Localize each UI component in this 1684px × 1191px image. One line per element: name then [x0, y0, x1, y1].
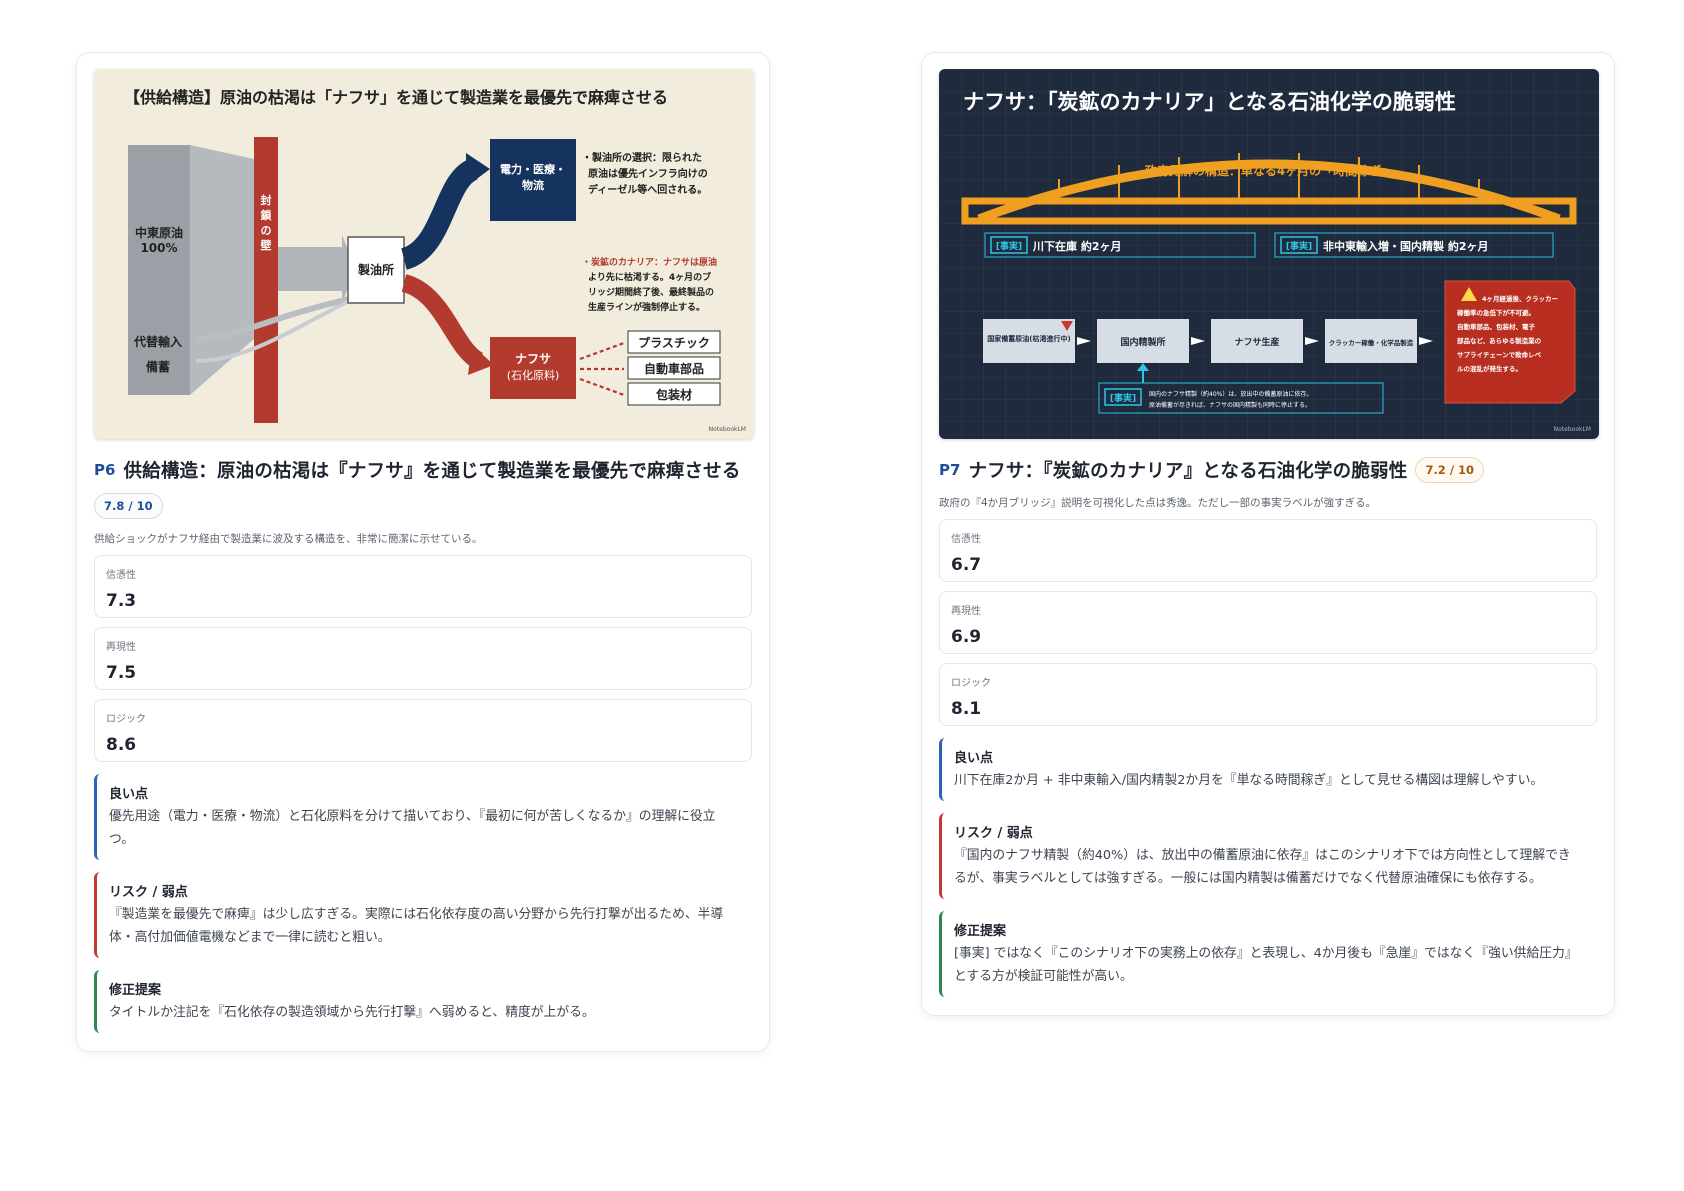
- slide-thumbnail-p6[interactable]: 【供給構造】原油の枯渇は「ナフサ」を通じて製造業を最優先で麻痺させる 中東原油 …: [94, 69, 754, 439]
- flow-box-4: クラッカー稼働・化学品製造: [1329, 338, 1414, 347]
- warning-line2: 稼働率の急低下が不可避。: [1457, 308, 1535, 317]
- metric-value: 7.3: [106, 591, 137, 611]
- priority-label-1: 電力・医療・: [500, 162, 566, 176]
- fact-tag: [事実]: [1286, 240, 1312, 252]
- warning-line4: 部品など、あらゆる製造業の: [1457, 336, 1542, 345]
- summary-text: 供給ショックがナフサ経由で製造業に波及する構造を、非常に簡潔に示せている。: [94, 533, 483, 545]
- slide-note2-line2: より先に枯渇する。4ヶ月のブ: [588, 271, 711, 283]
- metric-label: 信憑性: [951, 534, 981, 545]
- note-title: 良い点: [109, 787, 149, 802]
- slide-note1-line3: ディーゼル等へ回される。: [588, 183, 707, 196]
- slide-image-p6: 【供給構造】原油の枯渇は「ナフサ」を通じて製造業を最優先で麻痺させる 中東原油 …: [94, 69, 754, 439]
- warning-line6: ルの混乱が発生する。: [1457, 364, 1522, 373]
- metric-label: ロジック: [106, 714, 146, 725]
- metric-value: 8.1: [951, 699, 982, 719]
- note-title: リスク / 弱点: [954, 826, 1033, 841]
- naphtha-label-2: (石化原料): [507, 368, 560, 382]
- slide-note2-line3: リッジ期間終了後、最終製品の: [588, 286, 714, 298]
- note-title: 修正提案: [954, 924, 1007, 939]
- page-tag: P7: [939, 461, 961, 479]
- fact-label-2: 非中東輸入増・国内精製 約2ヶ月: [1323, 239, 1488, 253]
- slide-heading: 【供給構造】原油の枯渇は「ナフサ」を通じて製造業を最優先で麻痺させる: [124, 88, 668, 107]
- product-label-2: 自動車部品: [644, 361, 704, 376]
- alt-import-label: 代替輸入: [133, 334, 182, 349]
- metric-value: 8.6: [106, 735, 137, 755]
- naphtha-label-1: ナフサ: [515, 352, 551, 366]
- slide-note1-line1: ・製油所の選択：限られた: [582, 151, 702, 164]
- slide-note2-line4: 生産ラインが強制停止する。: [588, 301, 705, 313]
- page-tag: P6: [94, 461, 116, 479]
- flow-box-3: ナフサ生産: [1234, 336, 1279, 348]
- slide-title-row: P6 供給構造：原油の枯渇は『ナフサ』を通じて製造業を最優先で麻痺させる: [94, 457, 752, 483]
- fact-tag: [事実]: [1110, 392, 1136, 404]
- note-body: 川下在庫2か月 + 非中東輸入/国内精製2か月を『単なる時間稼ぎ』として見せる構…: [954, 773, 1544, 788]
- metric-value: 7.5: [106, 663, 137, 683]
- fact-label-1: 川下在庫 約2ヶ月: [1032, 239, 1121, 253]
- metric-credibility: 信憑性 7.3: [94, 555, 752, 618]
- slide-heading: ナフサ：「炭鉱のカナリア」となる石油化学の脆弱性: [963, 90, 1456, 114]
- product-label-3: 包装材: [655, 387, 692, 402]
- slide-title-row: P7 ナフサ：『炭鉱のカナリア』となる石油化学の脆弱性 7.2 / 10: [939, 457, 1597, 483]
- priority-label-2: 物流: [522, 178, 544, 192]
- fact-tag: [事実]: [996, 240, 1022, 252]
- warning-line5: サプライチェーンで致命レベ: [1457, 350, 1542, 359]
- metric-label: 再現性: [106, 642, 136, 653]
- metric-reproducibility: 再現性 7.5: [94, 627, 752, 690]
- risk-note: リスク / 弱点 『国内のナフサ精製（約40%）は、放出中の備蓄原油に依存』はこ…: [939, 813, 1597, 899]
- note-body: [事実] ではなく『このシナリオ下の実務上の依存』と表現し、4か月後も『急崖』で…: [954, 946, 1578, 984]
- note-body: 『製造業を最優先で麻痺』は少し広すぎる。実際には石化依存度の高い分野から先行打撃…: [109, 907, 724, 945]
- fact3-line2: 原油備蓄が尽きれば、ナフサの国内精製も同時に停止する。: [1149, 401, 1311, 409]
- risk-note: リスク / 弱点 『製造業を最優先で麻痺』は少し広すぎる。実際には石化依存度の高…: [94, 872, 752, 958]
- note-body: タイトルか注記を『石化依存の製造領域から先行打撃』へ弱めると、精度が上がる。: [109, 1005, 595, 1020]
- slide-review-card-p6: 【供給構造】原油の枯渇は「ナフサ」を通じて製造業を最優先で麻痺させる 中東原油 …: [76, 52, 770, 1052]
- slide-note2-line1: ・炭鉱のカナリア：ナフサは原油: [582, 256, 717, 268]
- metric-label: 信憑性: [106, 570, 136, 581]
- flow-box-1: 国家備蓄原油(枯渇進行中): [987, 334, 1070, 343]
- source-label-2: 100%: [140, 241, 177, 255]
- note-title: 良い点: [954, 751, 994, 766]
- metric-reproducibility: 再現性 6.9: [939, 591, 1597, 654]
- metric-value: 6.7: [951, 555, 982, 575]
- overall-score-badge: 7.2 / 10: [1415, 457, 1485, 483]
- wall-char-2: 鎖: [261, 208, 273, 222]
- product-label-1: プラスチック: [638, 335, 710, 350]
- slide-review-card-p7: ナフサ：「炭鉱のカナリア」となる石油化学の脆弱性 政府見解の構造：単なる4ヶ月の…: [921, 52, 1615, 1016]
- bridge-label: 政府見解の構造：単なる4ヶ月の「時間稼ぎ」: [1145, 163, 1393, 178]
- metric-logic: ロジック 8.6: [94, 699, 752, 762]
- wall-char-3: の: [261, 224, 272, 237]
- note-body: 『国内のナフサ精製（約40%）は、放出中の備蓄原油に依存』はこのシナリオ下では方…: [954, 848, 1571, 886]
- metric-label: 再現性: [951, 606, 981, 617]
- fix-proposal-note: 修正提案 タイトルか注記を『石化依存の製造領域から先行打撃』へ弱めると、精度が上…: [94, 970, 752, 1033]
- flow-box-2: 国内精製所: [1120, 336, 1165, 348]
- note-title: リスク / 弱点: [109, 885, 188, 900]
- summary-text: 政府の『4か月ブリッジ』説明を可視化した点は秀逸。ただし一部の事実ラベルが強すぎ…: [939, 497, 1377, 509]
- source-label-1: 中東原油: [135, 225, 183, 240]
- slide-note1-line2: 原油は優先インフラ向けの: [588, 167, 708, 180]
- warning-line3: 自動車部品、包装材、電子: [1457, 322, 1536, 331]
- note-title: 修正提案: [109, 983, 162, 998]
- refinery-label: 製油所: [357, 262, 394, 277]
- reserve-label: 備蓄: [146, 359, 170, 374]
- fix-proposal-note: 修正提案 [事実] ではなく『このシナリオ下の実務上の依存』と表現し、4か月後も…: [939, 911, 1597, 997]
- warning-line1: 4ヶ月経過後、クラッカー: [1482, 294, 1558, 303]
- slide-title: 供給構造：原油の枯渇は『ナフサ』を通じて製造業を最優先で麻痺させる: [123, 461, 741, 482]
- slide-thumbnail-p7[interactable]: ナフサ：「炭鉱のカナリア」となる石油化学の脆弱性 政府見解の構造：単なる4ヶ月の…: [939, 69, 1599, 439]
- slide-credit: NotebookLM: [1554, 426, 1591, 433]
- wall-char-4: 壁: [261, 238, 272, 252]
- slide-image-p7: ナフサ：「炭鉱のカナリア」となる石油化学の脆弱性 政府見解の構造：単なる4ヶ月の…: [939, 69, 1599, 439]
- metric-credibility: 信憑性 6.7: [939, 519, 1597, 582]
- metric-label: ロジック: [951, 678, 991, 689]
- slide-title: ナフサ：『炭鉱のカナリア』となる石油化学の脆弱性: [968, 461, 1408, 482]
- note-body: 優先用途（電力・医療・物流）と石化原料を分けて描いており、『最初に何が苦しくなる…: [109, 809, 716, 847]
- slide-credit: NotebookLM: [709, 426, 746, 433]
- metric-value: 6.9: [951, 627, 982, 647]
- fact3-line1: 国内のナフサ精製（約40%）は、放出中の備蓄原油に依存。: [1149, 390, 1312, 398]
- metric-logic: ロジック 8.1: [939, 663, 1597, 726]
- good-points-note: 良い点 川下在庫2か月 + 非中東輸入/国内精製2か月を『単なる時間稼ぎ』として…: [939, 738, 1597, 801]
- wall-char-1: 封: [261, 193, 272, 207]
- good-points-note: 良い点 優先用途（電力・医療・物流）と石化原料を分けて描いており、『最初に何が苦…: [94, 774, 752, 860]
- overall-score-badge: 7.8 / 10: [94, 493, 163, 519]
